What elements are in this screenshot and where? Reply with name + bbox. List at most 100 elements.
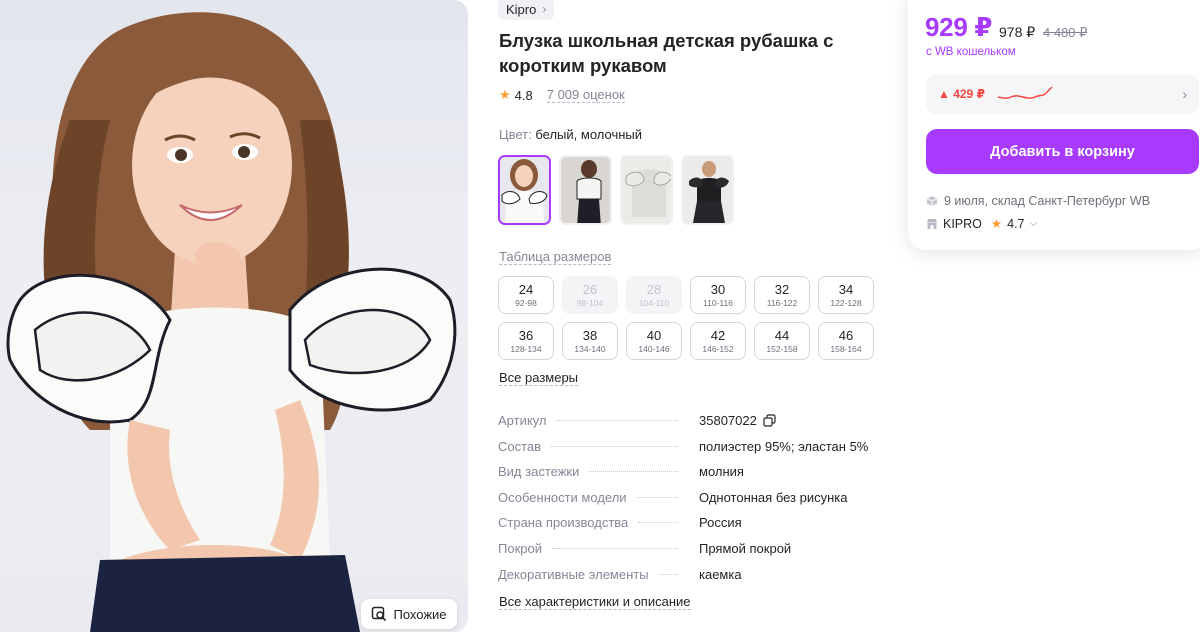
spec-key: Покрой	[498, 540, 542, 556]
similar-button-label: Похожие	[393, 606, 447, 622]
color-thumbnails	[498, 155, 734, 225]
size-option-unavailable: 26 98-104	[562, 276, 618, 314]
size-option[interactable]: 30 110-116	[690, 276, 746, 314]
brand-name: Kipro	[506, 1, 537, 17]
price-original: 4 480 ₽	[1043, 25, 1088, 40]
delivery-info: 9 июля, склад Санкт-Петербург WB	[926, 194, 1150, 208]
size-range: 104-110	[638, 297, 670, 308]
spec-key: Страна производства	[498, 515, 629, 531]
size-range: 116-122	[766, 297, 798, 308]
color-thumb-2[interactable]	[559, 155, 612, 225]
thumb-image	[683, 157, 732, 223]
size-number: 36	[518, 327, 534, 343]
color-thumb-4[interactable]	[681, 155, 734, 225]
star-icon: ★	[990, 217, 1003, 231]
size-range: 134-140	[574, 343, 606, 354]
similar-button[interactable]: Похожие	[361, 599, 457, 629]
store-icon	[927, 218, 937, 229]
size-range: 146-152	[702, 343, 734, 354]
size-number: 28	[646, 281, 662, 297]
seller-name: KIPRO	[943, 216, 982, 231]
spec-key: Особенности модели	[498, 489, 627, 505]
thumb-image	[561, 157, 610, 223]
seller-info[interactable]: KIPRO ★ 4.7 ⌵	[926, 216, 1037, 231]
spec-key: Вид застежки	[498, 464, 580, 480]
color-label: Цвет: белый, молочный	[499, 127, 642, 142]
spec-value: каемка	[699, 566, 742, 582]
spec-value: Россия	[699, 515, 742, 531]
spec-value: молния	[699, 464, 744, 480]
size-number: 46	[838, 327, 854, 343]
spec-value: Прямой покрой	[699, 540, 792, 556]
spec-row: Состав полиэстер 95%; эластан 5%	[498, 439, 898, 465]
size-option-unavailable: 28 104-110	[626, 276, 682, 314]
spec-value: Однотонная без рисунка	[699, 489, 848, 505]
size-option[interactable]: 42 146-152	[690, 322, 746, 360]
size-row: 36 128-134 38 134-140 40 140-146 42 146-152 …	[498, 322, 888, 360]
add-to-cart-button[interactable]: Добавить в корзину	[926, 129, 1199, 174]
product-photo[interactable]: Похожие	[0, 0, 468, 632]
size-row: 24 92-98 26 98-104 28 104-110 30 110-116 32 1…	[498, 276, 888, 314]
size-number: 42	[710, 327, 726, 343]
brand-chip[interactable]: Kipro ›	[498, 0, 555, 20]
spec-row: Особенности модели Однотонная без рисунк…	[498, 490, 898, 516]
size-table-link[interactable]: Таблица размеров	[499, 249, 612, 265]
size-option[interactable]: 36 128-134	[498, 322, 554, 360]
color-thumb-1[interactable]	[498, 155, 551, 225]
rating-value: 4.8	[514, 87, 533, 103]
seller-rating: 4.7	[1007, 216, 1025, 231]
size-number: 44	[774, 327, 790, 343]
box-icon	[926, 196, 938, 206]
size-number: 30	[710, 281, 726, 297]
size-option[interactable]: 32 116-122	[754, 276, 810, 314]
all-characteristics-link[interactable]: Все характеристики и описание	[499, 594, 691, 610]
similar-search-icon	[372, 606, 387, 622]
spec-key: Декоративные элементы	[498, 566, 649, 582]
size-range: 92-98	[515, 297, 537, 308]
copy-icon[interactable]	[763, 414, 776, 427]
size-option[interactable]: 46 158-164	[818, 322, 874, 360]
chevron-down-icon: ⌵	[1029, 218, 1038, 229]
size-range: 110-116	[703, 297, 733, 308]
size-range: 140-146	[638, 343, 670, 354]
size-range: 122-128	[830, 297, 862, 308]
size-option[interactable]: 24 92-98	[498, 276, 554, 314]
rating-row: ★ 4.8 7 009 оценок	[499, 87, 625, 103]
size-number: 38	[582, 327, 598, 343]
spec-key: Артикул	[498, 413, 547, 428]
chevron-right-icon: ›	[1182, 86, 1187, 102]
size-number: 26	[582, 281, 598, 297]
delivery-text: 9 июля, склад Санкт-Петербург WB	[944, 194, 1151, 208]
wallet-note: с WB кошельком	[926, 46, 1016, 58]
product-title: Блузка школьная детская рубашка с коротк…	[499, 30, 834, 76]
spec-key: Состав	[498, 438, 542, 454]
reviews-link[interactable]: 7 009 оценок	[546, 87, 625, 103]
color-thumb-3[interactable]	[620, 155, 673, 225]
size-number: 34	[838, 281, 854, 297]
thumb-image	[500, 157, 549, 223]
size-option[interactable]: 34 122-128	[818, 276, 874, 314]
article-number: 35807022	[699, 413, 757, 428]
size-number: 32	[774, 281, 790, 297]
spec-row: Страна производства Россия	[498, 515, 898, 541]
size-option[interactable]: 38 134-140	[562, 322, 618, 360]
size-range: 98-104	[576, 297, 604, 308]
thumb-image	[622, 157, 671, 223]
product-illustration	[6, 12, 457, 632]
size-option[interactable]: 40 140-146	[626, 322, 682, 360]
chevron-right-icon: ›	[542, 2, 547, 16]
size-range: 152-158	[766, 343, 798, 354]
size-option[interactable]: 44 152-158	[754, 322, 810, 360]
spec-row: Покрой Прямой покрой	[498, 541, 898, 567]
spec-row: Декоративные элементы каемка	[498, 567, 898, 593]
color-label-key: Цвет:	[499, 127, 532, 142]
spec-row: Вид застежки молния	[498, 464, 898, 490]
price-trend-icon	[997, 86, 1053, 99]
size-grid: 24 92-98 26 98-104 28 104-110 30 110-116 32 1…	[498, 276, 888, 368]
price-wallet: 929 ₽	[925, 12, 993, 42]
specs-list: Артикул 35807022 Состав полиэстер 95%; э…	[498, 413, 898, 592]
price-history-button[interactable]: ▲ 429 ₽ ›	[926, 74, 1199, 114]
all-sizes-link[interactable]: Все размеры	[499, 370, 579, 386]
size-number: 40	[646, 327, 662, 343]
price-change: ▲ 429 ₽	[938, 87, 985, 101]
